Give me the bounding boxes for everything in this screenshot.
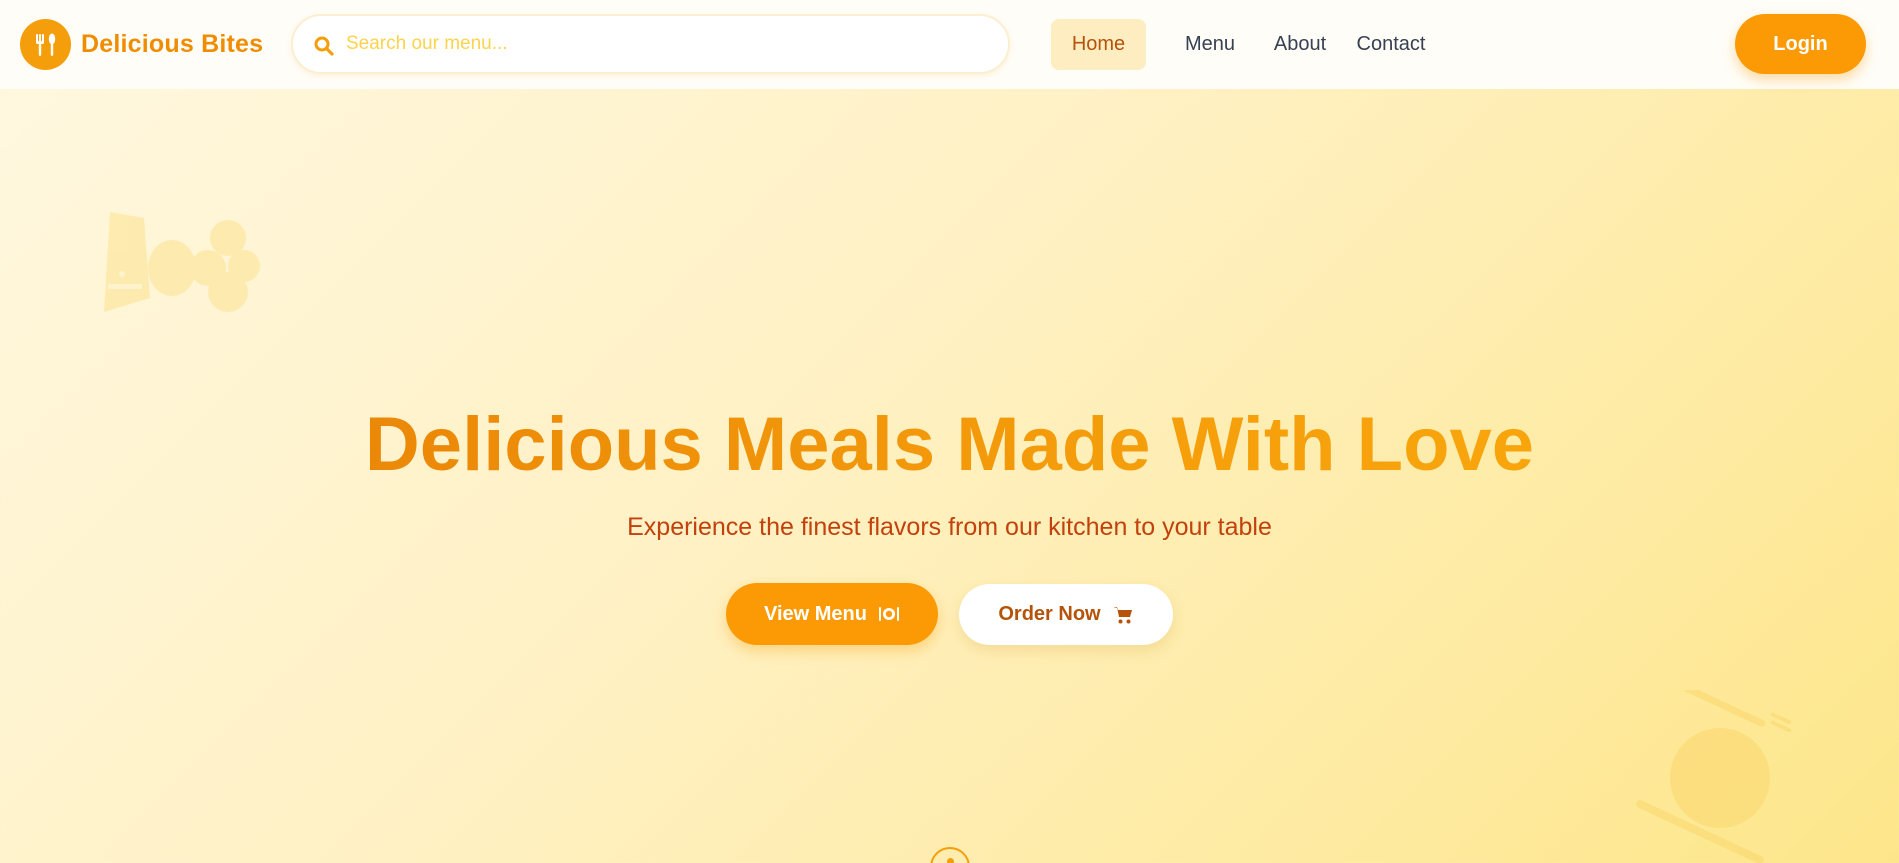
hero-subtitle: Experience the finest flavors from our k…: [627, 513, 1272, 541]
nav-about[interactable]: About: [1262, 19, 1338, 70]
top-navbar: Delicious Bites Home Menu About Contact …: [0, 0, 1899, 89]
plate-utensils-icon: [879, 607, 899, 621]
hero-title: Delicious Meals Made With Love: [0, 400, 1899, 490]
nav-menu[interactable]: Menu: [1161, 19, 1259, 70]
order-now-label: Order Now: [998, 603, 1101, 625]
view-menu-label: View Menu: [764, 602, 867, 625]
plate-cutlery-decoration-icon: [1636, 690, 1792, 863]
main-nav: Home Menu About Contact: [1051, 19, 1438, 70]
utensils-icon: [20, 19, 71, 70]
order-now-button[interactable]: Order Now: [959, 584, 1173, 645]
nav-contact[interactable]: Contact: [1344, 19, 1438, 70]
nav-home[interactable]: Home: [1051, 19, 1146, 70]
search-input[interactable]: [346, 26, 986, 62]
login-button[interactable]: Login: [1735, 14, 1866, 74]
food-decoration-icon: [104, 212, 260, 312]
search-icon: [314, 36, 334, 56]
view-menu-button[interactable]: View Menu: [726, 583, 938, 645]
search-bar: [291, 14, 1010, 74]
scroll-dot-icon: [947, 858, 954, 863]
cart-icon: [1112, 606, 1132, 623]
brand-name: Delicious Bites: [81, 30, 264, 58]
brand[interactable]: Delicious Bites: [20, 19, 263, 70]
scroll-down-indicator[interactable]: [930, 847, 970, 863]
